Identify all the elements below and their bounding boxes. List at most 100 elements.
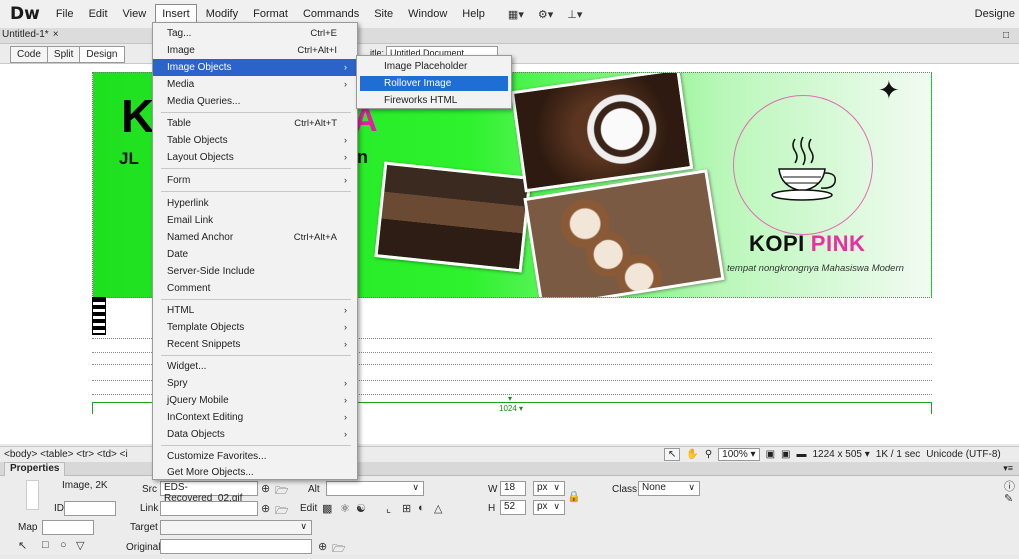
- menu-item-image[interactable]: Image Ctrl+Alt+I: [153, 42, 357, 59]
- workspace-switcher[interactable]: Designe: [975, 8, 1015, 20]
- menu-item-data-objects[interactable]: Data Objects ›: [153, 426, 357, 443]
- menu-item-comment[interactable]: Comment: [153, 280, 357, 297]
- tablet-size-icon[interactable]: ▣: [781, 449, 790, 460]
- menu-item-table[interactable]: Table Ctrl+Alt+T: [153, 115, 357, 132]
- close-icon[interactable]: ×: [53, 29, 59, 40]
- menu-item-jquery-mobile[interactable]: jQuery Mobile ›: [153, 392, 357, 409]
- menu-site[interactable]: Site: [368, 5, 399, 23]
- mobile-size-icon[interactable]: ▣: [766, 449, 775, 460]
- tag-selector[interactable]: <body> <table> <tr> <td> <i: [4, 449, 128, 460]
- folder-icon[interactable]: 🗁: [275, 482, 289, 501]
- menu-item-label: jQuery Mobile: [167, 395, 229, 406]
- height-unit-select[interactable]: px: [533, 500, 565, 515]
- map-field[interactable]: [42, 520, 94, 535]
- selected-image-slice[interactable]: [92, 297, 106, 335]
- hand-tool-icon[interactable]: ✋: [686, 449, 698, 460]
- menu-view[interactable]: View: [117, 5, 153, 23]
- alt-field[interactable]: [326, 481, 424, 496]
- point-to-file-icon[interactable]: ⊕: [318, 540, 327, 553]
- split-view-button[interactable]: Split: [47, 47, 81, 62]
- sharpen-icon[interactable]: △: [434, 502, 442, 515]
- menu-item-media[interactable]: Media ›: [153, 76, 357, 93]
- polygon-hotspot-icon[interactable]: ▽: [76, 539, 84, 552]
- panel-menu-icon[interactable]: ▾≡: [1003, 463, 1013, 474]
- id-field[interactable]: [64, 501, 116, 516]
- menu-item-layout-objects[interactable]: Layout Objects ›: [153, 149, 357, 166]
- menu-item-widget[interactable]: Widget...: [153, 358, 357, 375]
- chevron-down-icon[interactable]: ▾: [508, 394, 512, 403]
- src-field[interactable]: EDS-Recovered_02.gif: [160, 481, 258, 504]
- menu-edit[interactable]: Edit: [83, 5, 114, 23]
- zoom-select[interactable]: 100% ▾: [718, 448, 760, 461]
- brightness-icon[interactable]: ◐: [418, 502, 425, 514]
- menu-item-form[interactable]: Form ›: [153, 172, 357, 189]
- width-field[interactable]: 18: [500, 481, 526, 496]
- menu-item-tag[interactable]: Tag... Ctrl+E: [153, 25, 357, 42]
- submenu-item-rollover-image[interactable]: Rollover Image: [360, 76, 508, 91]
- menu-item-incontext-editing[interactable]: InContext Editing ›: [153, 409, 357, 426]
- document-tab-label: Untitled-1*: [2, 29, 49, 40]
- menu-format[interactable]: Format: [247, 5, 294, 23]
- menu-item-server-side-include[interactable]: Server-Side Include: [153, 263, 357, 280]
- class-select[interactable]: None: [638, 481, 700, 496]
- crop-icon[interactable]: ⌞: [386, 502, 391, 515]
- circle-hotspot-icon[interactable]: ○: [60, 539, 67, 551]
- menu-file[interactable]: File: [50, 5, 80, 23]
- menu-item-hyperlink[interactable]: Hyperlink: [153, 195, 357, 212]
- target-select[interactable]: [160, 520, 312, 535]
- menu-item-html[interactable]: HTML ›: [153, 302, 357, 319]
- properties-tab[interactable]: Properties: [4, 462, 66, 476]
- site-icon[interactable]: ⊥▾: [567, 8, 582, 21]
- code-view-button[interactable]: Code: [11, 47, 48, 62]
- menu-item-media-queries[interactable]: Media Queries...: [153, 93, 357, 110]
- menu-window[interactable]: Window: [402, 5, 453, 23]
- alt-label: Alt: [308, 484, 320, 495]
- menu-item-image-objects[interactable]: Image Objects ›: [153, 59, 357, 76]
- menu-item-spry[interactable]: Spry ›: [153, 375, 357, 392]
- menu-item-email-link[interactable]: Email Link: [153, 212, 357, 229]
- point-to-file-icon[interactable]: ⊕: [261, 482, 270, 495]
- restore-window-icon[interactable]: □: [1003, 30, 1009, 41]
- menu-item-customize-favorites[interactable]: Customize Favorites...: [153, 448, 357, 465]
- select-tool-icon[interactable]: ↖: [664, 448, 681, 461]
- pointer-hotspot-icon[interactable]: ↖: [18, 539, 27, 552]
- height-field[interactable]: 52: [500, 500, 526, 515]
- point-to-file-icon[interactable]: ⊕: [261, 502, 270, 515]
- menu-insert[interactable]: Insert: [155, 4, 197, 24]
- menu-item-get-more-objects[interactable]: Get More Objects...: [153, 464, 357, 481]
- menu-item-date[interactable]: Date: [153, 246, 357, 263]
- link-field[interactable]: [160, 501, 258, 516]
- submenu-arrow-icon: ›: [344, 322, 347, 332]
- submenu-item-fireworks-html[interactable]: Fireworks HTML: [360, 93, 508, 108]
- zoom-tool-icon[interactable]: ⚲: [705, 449, 712, 460]
- document-tab[interactable]: Untitled-1* ×: [2, 29, 59, 40]
- lock-icon[interactable]: 🔒: [567, 490, 581, 503]
- menu-item-named-anchor[interactable]: Named Anchor Ctrl+Alt+A: [153, 229, 357, 246]
- window-size[interactable]: 1224 x 505 ▾: [812, 449, 869, 460]
- menu-separator: [161, 299, 351, 300]
- layout-icon[interactable]: ▦▾: [508, 8, 524, 21]
- folder-icon[interactable]: 🗁: [332, 540, 346, 559]
- menu-item-table-objects[interactable]: Table Objects ›: [153, 132, 357, 149]
- submenu-arrow-icon: ›: [344, 395, 347, 405]
- table-width-label[interactable]: 1024 ▾: [497, 404, 526, 413]
- submenu-item-image-placeholder[interactable]: Image Placeholder: [360, 59, 508, 74]
- menu-modify[interactable]: Modify: [200, 5, 244, 23]
- menu-commands[interactable]: Commands: [297, 5, 365, 23]
- folder-icon[interactable]: 🗁: [275, 502, 289, 521]
- menu-item-template-objects[interactable]: Template Objects ›: [153, 319, 357, 336]
- photoshop-icon[interactable]: ▩: [322, 502, 332, 515]
- zoom-value: 100%: [722, 449, 748, 460]
- width-unit-select[interactable]: px: [533, 481, 565, 496]
- menu-help[interactable]: Help: [456, 5, 491, 23]
- resample-icon[interactable]: ⊞: [402, 502, 411, 515]
- rectangle-hotspot-icon[interactable]: □: [42, 539, 49, 551]
- quick-tag-editor-icon[interactable]: ✎: [1004, 492, 1013, 505]
- menu-item-recent-snippets[interactable]: Recent Snippets ›: [153, 336, 357, 353]
- design-view-button[interactable]: Design: [80, 47, 124, 62]
- update-from-original-icon[interactable]: ☯: [356, 502, 366, 515]
- gear-icon[interactable]: ⚙▾: [538, 8, 553, 21]
- edit-image-settings-icon[interactable]: ⚛: [340, 502, 350, 515]
- desktop-size-icon[interactable]: ▬: [796, 449, 806, 460]
- original-field[interactable]: [160, 539, 312, 554]
